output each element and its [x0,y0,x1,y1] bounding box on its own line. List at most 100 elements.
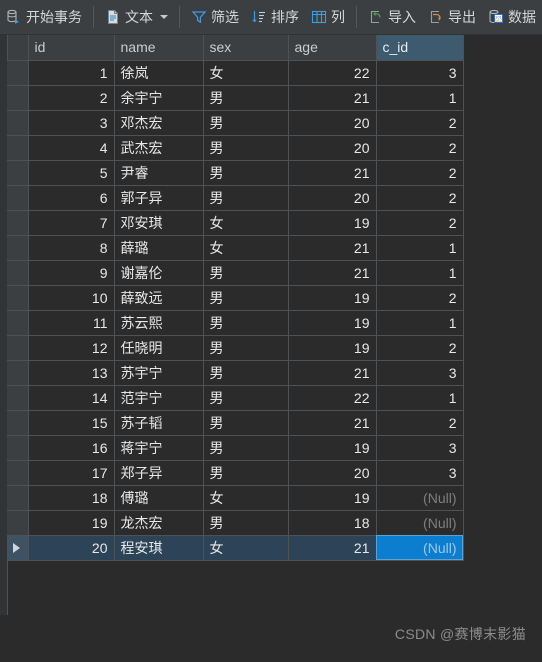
cell-age[interactable]: 22 [288,60,377,86]
cell-age[interactable]: 20 [288,135,377,161]
cell-age[interactable]: 22 [288,385,377,411]
cell-name[interactable]: 郑子异 [114,460,204,486]
cell-c_id[interactable]: 2 [376,110,464,136]
cell-name[interactable]: 尹睿 [114,160,204,186]
cell-c_id[interactable]: 3 [376,60,464,86]
row-gutter[interactable] [7,410,29,436]
table-row[interactable]: 2 余宇宁男 21 1 [7,85,464,111]
cell-age[interactable]: 21 [288,360,377,386]
cell-id[interactable]: 8 [28,235,115,261]
toolbar-button-import[interactable]: 导入 [362,4,422,30]
cell-sex[interactable]: 男 [203,460,289,486]
column-header-id[interactable]: id [28,35,115,61]
cell-sex[interactable]: 女 [203,210,289,236]
cell-age[interactable]: 21 [288,535,377,561]
table-row[interactable]: 3 邓杰宏男 20 2 [7,110,464,136]
cell-name[interactable]: 程安琪 [114,535,204,561]
column-header-age[interactable]: age [288,35,377,61]
cell-sex[interactable]: 女 [203,485,289,511]
cell-c_id[interactable]: 2 [376,185,464,211]
cell-age[interactable]: 20 [288,110,377,136]
cell-sex[interactable]: 男 [203,335,289,361]
cell-name[interactable]: 谢嘉伦 [114,260,204,286]
table-row[interactable]: 14 范宇宁男 22 1 [7,385,464,411]
row-gutter[interactable] [7,85,29,111]
table-row[interactable]: 19 龙杰宏男 18 (Null) [7,510,464,536]
cell-age[interactable]: 19 [288,435,377,461]
cell-id[interactable]: 9 [28,260,115,286]
cell-c_id[interactable]: 1 [376,385,464,411]
cell-id[interactable]: 17 [28,460,115,486]
result-grid[interactable]: id name sex age c_id 1 徐岚女 22 3 2 余宇宁男 21 1 3 邓杰宏… [0,35,542,615]
row-gutter[interactable] [7,135,29,161]
row-gutter[interactable] [7,335,29,361]
row-gutter[interactable] [7,185,29,211]
row-gutter[interactable] [7,235,29,261]
cell-age[interactable]: 19 [288,335,377,361]
cell-c_id[interactable]: 1 [376,310,464,336]
row-gutter[interactable] [7,485,29,511]
chevron-down-icon[interactable] [160,15,168,19]
cell-sex[interactable]: 男 [203,110,289,136]
cell-c_id[interactable]: 1 [376,235,464,261]
cell-c_id[interactable]: 3 [376,460,464,486]
cell-sex[interactable]: 男 [203,435,289,461]
cell-id[interactable]: 1 [28,60,115,86]
cell-sex[interactable]: 男 [203,285,289,311]
table-row[interactable]: 1 徐岚女 22 3 [7,60,464,86]
cell-id[interactable]: 12 [28,335,115,361]
cell-id[interactable]: 19 [28,510,115,536]
cell-sex[interactable]: 男 [203,135,289,161]
cell-age[interactable]: 21 [288,85,377,111]
cell-id[interactable]: 7 [28,210,115,236]
cell-id[interactable]: 15 [28,410,115,436]
cell-id[interactable]: 10 [28,285,115,311]
cell-name[interactable]: 郭子异 [114,185,204,211]
cell-id[interactable]: 14 [28,385,115,411]
cell-sex[interactable]: 男 [203,385,289,411]
cell-name[interactable]: 徐岚 [114,60,204,86]
cell-sex[interactable]: 男 [203,360,289,386]
cell-name[interactable]: 龙杰宏 [114,510,204,536]
table-row[interactable]: 9 谢嘉伦男 21 1 [7,260,464,286]
table-row[interactable]: 18 傅璐女 19 (Null) [7,485,464,511]
cell-id[interactable]: 13 [28,360,115,386]
cell-id[interactable]: 20 [28,535,115,561]
row-gutter[interactable] [7,260,29,286]
cell-sex[interactable]: 女 [203,235,289,261]
cell-name[interactable]: 薛致远 [114,285,204,311]
row-gutter[interactable] [7,210,29,236]
table-row[interactable]: 12 任晓明男 19 2 [7,335,464,361]
cell-sex[interactable]: 男 [203,160,289,186]
cell-sex[interactable]: 男 [203,185,289,211]
table-row[interactable]: 10 薛致远男 19 2 [7,285,464,311]
row-gutter[interactable] [7,110,29,136]
cell-id[interactable]: 16 [28,435,115,461]
column-header-sex[interactable]: sex [203,35,289,61]
row-gutter[interactable] [7,60,29,86]
cell-name[interactable]: 范宇宁 [114,385,204,411]
row-gutter[interactable] [7,360,29,386]
row-gutter[interactable] [7,310,29,336]
cell-c_id[interactable]: 1 [376,260,464,286]
cell-c_id[interactable]: (Null) [376,535,464,561]
cell-name[interactable]: 邓杰宏 [114,110,204,136]
cell-c_id[interactable]: 2 [376,160,464,186]
row-gutter[interactable] [7,285,29,311]
cell-name[interactable]: 苏云熙 [114,310,204,336]
cell-id[interactable]: 4 [28,135,115,161]
cell-age[interactable]: 19 [288,285,377,311]
cell-c_id[interactable]: 2 [376,210,464,236]
table-row[interactable]: 8 薛璐女 21 1 [7,235,464,261]
cell-c_id[interactable]: (Null) [376,510,464,536]
table-row[interactable]: 6 郭子异男 20 2 [7,185,464,211]
table-row[interactable]: 7 邓安琪女 19 2 [7,210,464,236]
cell-age[interactable]: 19 [288,310,377,336]
cell-age[interactable]: 20 [288,185,377,211]
table-row[interactable]: 13 苏宇宁男 21 3 [7,360,464,386]
cell-name[interactable]: 苏子韬 [114,410,204,436]
cell-c_id[interactable]: 2 [376,135,464,161]
cell-name[interactable]: 苏宇宁 [114,360,204,386]
cell-name[interactable]: 薛璐 [114,235,204,261]
row-gutter[interactable] [7,385,29,411]
